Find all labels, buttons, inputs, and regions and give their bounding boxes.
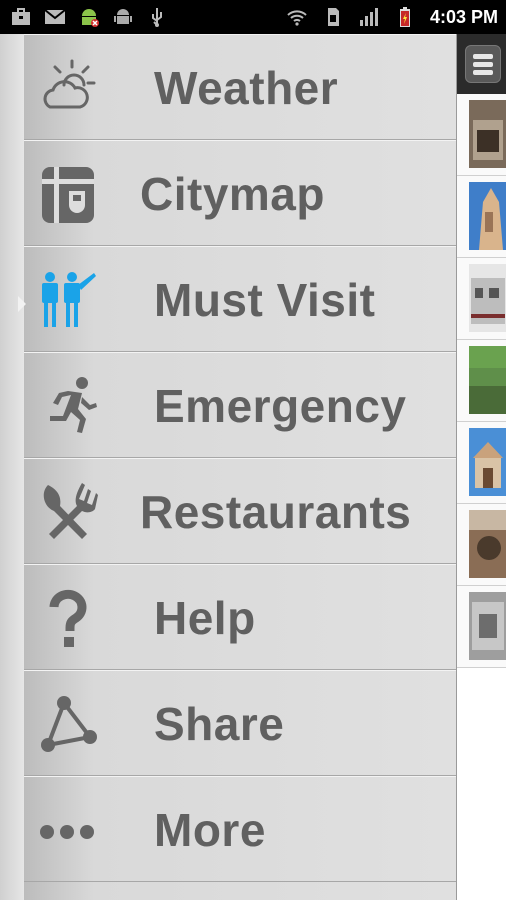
menu-item-label: Help	[154, 592, 256, 644]
help-icon	[49, 589, 87, 647]
menu-item-label: Citymap	[140, 168, 325, 220]
place-thumbnail	[469, 182, 506, 250]
android-debug-icon	[82, 9, 99, 27]
side-menu: Weather Citymap Must Visit Emergency Res…	[24, 34, 456, 900]
place-thumbnail	[469, 428, 506, 496]
citymap-icon	[42, 167, 94, 223]
menu-item-citymap[interactable]: Citymap	[24, 140, 456, 246]
menu-item-weather[interactable]: Weather	[24, 34, 456, 140]
place-thumbnail	[469, 346, 506, 414]
list-item[interactable]	[457, 340, 506, 422]
list-item[interactable]	[457, 586, 506, 668]
wifi-icon	[287, 10, 307, 26]
list-item[interactable]	[457, 504, 506, 586]
menu-item-share[interactable]: Share	[24, 670, 456, 776]
must-visit-icon	[42, 272, 96, 327]
main-content	[456, 34, 506, 900]
place-thumbnail	[469, 592, 506, 660]
menu-item-label: Emergency	[154, 380, 407, 432]
menu-item-label: Weather	[154, 62, 339, 114]
menu-item-must-visit[interactable]: Must Visit	[24, 246, 456, 352]
menu-item-label: Must Visit	[154, 274, 376, 326]
menu-item-restaurants[interactable]: Restaurants	[24, 458, 456, 564]
sim-icon	[327, 8, 339, 26]
hamburger-icon[interactable]	[465, 45, 501, 83]
action-bar	[457, 34, 506, 94]
menu-item-more[interactable]: More	[24, 776, 456, 882]
menu-item-label: Share	[154, 698, 285, 750]
status-bar: 4:03 PM	[0, 0, 506, 34]
place-thumbnail	[469, 100, 506, 168]
more-icon	[40, 825, 94, 839]
drawer-edge	[0, 34, 25, 900]
restaurants-icon	[43, 483, 98, 539]
menu-item-emergency[interactable]: Emergency	[24, 352, 456, 458]
place-thumbnail	[469, 510, 506, 578]
signal-icon	[359, 8, 378, 26]
battery-icon	[399, 7, 410, 27]
usb-icon	[152, 8, 162, 27]
list-item[interactable]	[457, 422, 506, 504]
emergency-icon	[50, 377, 97, 433]
place-thumbnail	[469, 264, 506, 332]
list-item[interactable]	[457, 176, 506, 258]
selection-indicator	[18, 296, 26, 312]
share-icon	[41, 696, 97, 752]
menu-item-label: Restaurants	[140, 486, 412, 538]
weather-icon	[43, 59, 96, 109]
android-icon	[114, 9, 132, 24]
clock: 4:03 PM	[429, 7, 498, 27]
list-item[interactable]	[457, 94, 506, 176]
gmail-icon	[44, 9, 66, 24]
menu-item-label: More	[154, 804, 266, 856]
list-item[interactable]	[457, 258, 506, 340]
menu-item-help[interactable]: Help	[24, 564, 456, 670]
notification-icons	[10, 6, 168, 28]
briefcase-icon	[12, 8, 30, 25]
system-icons: 4:03 PM	[286, 4, 498, 30]
